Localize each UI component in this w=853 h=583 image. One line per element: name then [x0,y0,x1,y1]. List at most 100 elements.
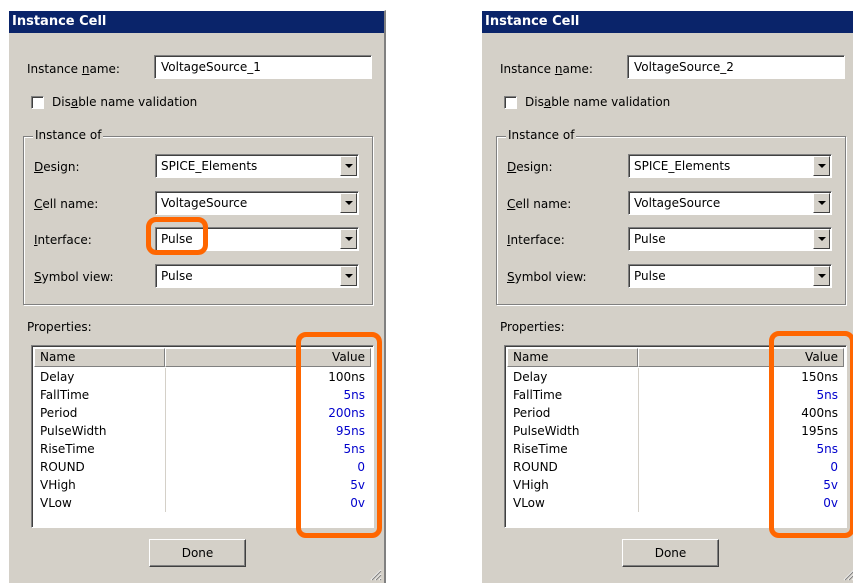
property-name: ROUND [40,460,85,474]
table-row[interactable]: VLow 0v [34,494,371,512]
table-row[interactable]: RiseTime 5ns [34,440,371,458]
chevron-down-icon[interactable] [340,229,357,249]
column-header-name[interactable]: Name [507,348,638,367]
design-value: SPICE_Elements [161,159,258,173]
instance-cell-dialog-1: Instance Cell Instance name: VoltageSour… [8,10,386,583]
chevron-down-icon[interactable] [340,266,357,286]
property-value[interactable]: 0 [357,458,365,476]
design-value: SPICE_Elements [634,159,731,173]
column-header-name[interactable]: Name [34,348,165,367]
column-header-value[interactable]: Value [772,348,844,367]
table-row[interactable]: VLow 0v [507,494,844,512]
resize-grip-icon[interactable] [370,569,382,581]
disable-name-validation-label[interactable]: Disable name validation [52,95,197,109]
chevron-down-icon[interactable] [813,266,830,286]
chevron-down-icon[interactable] [813,229,830,249]
property-name: Period [40,406,78,420]
design-label: Design: [507,160,553,174]
cell-name-label: Cell name: [34,197,99,211]
symbol-view-value: Pulse [161,269,193,283]
property-value[interactable]: 0v [823,494,838,512]
property-value[interactable]: 5ns [817,440,839,458]
table-row[interactable]: ROUND 0 [507,458,844,476]
property-value[interactable]: 5v [350,476,365,494]
table-row[interactable]: FallTime 5ns [34,386,371,404]
property-name: PulseWidth [40,424,107,438]
design-label: Design: [34,160,80,174]
symbol-view-label: Symbol view: [507,270,587,284]
checkbox-unchecked-icon[interactable] [31,96,44,109]
table-row[interactable]: PulseWidth 95ns [34,422,371,440]
property-value[interactable]: 100ns [328,368,365,386]
property-name: ROUND [513,460,558,474]
chevron-down-icon[interactable] [813,156,830,176]
column-header-spacer [165,348,299,367]
table-row[interactable]: ROUND 0 [34,458,371,476]
property-value[interactable]: 0v [350,494,365,512]
property-name: Delay [513,370,548,384]
property-name: FallTime [40,388,90,402]
chevron-down-icon[interactable] [813,193,830,213]
design-combo[interactable]: SPICE_Elements [628,154,832,178]
table-row[interactable]: Delay 150ns [507,368,844,386]
property-name: PulseWidth [513,424,580,438]
table-row[interactable]: VHigh 5v [34,476,371,494]
symbol-view-combo[interactable]: Pulse [628,264,832,288]
instance-name-input[interactable]: VoltageSource_1 [154,55,372,79]
property-value[interactable]: 150ns [801,368,838,386]
property-value[interactable]: 5ns [344,440,366,458]
table-row[interactable]: Delay 100ns [34,368,371,386]
chevron-down-icon[interactable] [340,193,357,213]
checkbox-unchecked-icon[interactable] [504,96,517,109]
property-value[interactable]: 5ns [817,386,839,404]
table-row[interactable]: FallTime 5ns [507,386,844,404]
table-row[interactable]: Period 200ns [34,404,371,422]
interface-label: Interface: [507,233,565,247]
property-value[interactable]: 200ns [328,404,365,422]
property-value[interactable]: 95ns [336,422,365,440]
design-combo[interactable]: SPICE_Elements [155,154,359,178]
symbol-view-value: Pulse [634,269,666,283]
column-header-spacer [638,348,772,367]
property-value[interactable]: 5v [823,476,838,494]
cell-name-combo[interactable]: VoltageSource [155,191,359,215]
property-name: FallTime [513,388,563,402]
property-name: Delay [40,370,75,384]
resize-grip-icon[interactable] [843,569,853,581]
instance-name-label: Instance name: [27,62,120,76]
property-name: VHigh [513,478,549,492]
table-row[interactable]: PulseWidth 195ns [507,422,844,440]
done-button[interactable]: Done [149,539,246,567]
properties-grid[interactable]: Name Value Delay 100ns FallTime 5ns Period… [31,345,374,528]
interface-value: Pulse [634,232,666,246]
interface-combo[interactable]: Pulse [155,227,359,251]
property-value[interactable]: 5ns [344,386,366,404]
interface-label: Interface: [34,233,92,247]
symbol-view-label: Symbol view: [34,270,114,284]
property-name: VLow [40,496,72,510]
instance-name-input[interactable]: VoltageSource_2 [627,55,845,79]
done-button[interactable]: Done [622,539,719,567]
cell-name-label: Cell name: [507,197,572,211]
dialog-title: Instance Cell [482,11,853,33]
chevron-down-icon[interactable] [340,156,357,176]
disable-name-validation-label[interactable]: Disable name validation [525,95,670,109]
cell-name-combo[interactable]: VoltageSource [628,191,832,215]
properties-label: Properties: [500,320,565,334]
property-value[interactable]: 0 [830,458,838,476]
table-row[interactable]: VHigh 5v [507,476,844,494]
properties-label: Properties: [27,320,92,334]
instance-of-label: Instance of [33,128,104,142]
cell-name-value: VoltageSource [634,196,721,210]
column-header-value[interactable]: Value [299,348,371,367]
table-row[interactable]: Period 400ns [507,404,844,422]
property-value[interactable]: 195ns [801,422,838,440]
property-name: RiseTime [40,442,95,456]
table-row[interactable]: RiseTime 5ns [507,440,844,458]
property-value[interactable]: 400ns [801,404,838,422]
symbol-view-combo[interactable]: Pulse [155,264,359,288]
interface-combo[interactable]: Pulse [628,227,832,251]
instance-cell-dialog-2: Instance Cell Instance name: VoltageSour… [481,10,853,583]
instance-of-label: Instance of [506,128,577,142]
properties-grid[interactable]: Name Value Delay 150ns FallTime 5ns Period… [504,345,847,528]
